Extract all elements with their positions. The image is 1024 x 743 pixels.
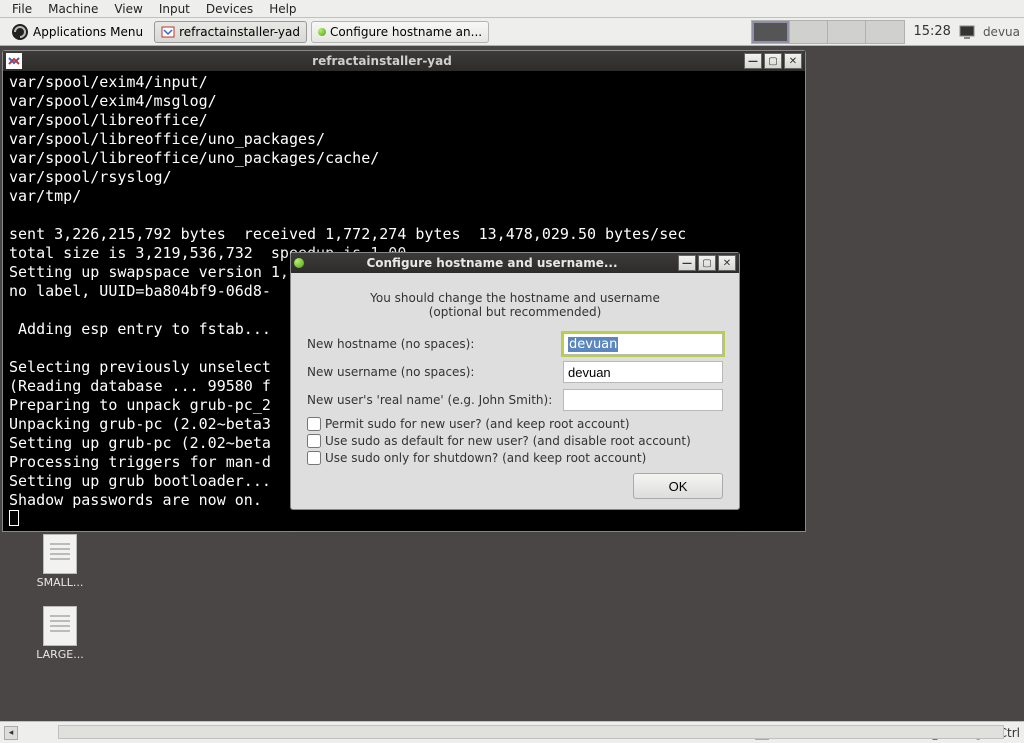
scrollbar[interactable]: [58, 725, 1004, 739]
clock: 15:28: [909, 24, 954, 39]
realname-label: New user's 'real name' (e.g. John Smith)…: [307, 393, 557, 407]
dialog-message-line: You should change the hostname and usern…: [317, 291, 713, 305]
applications-menu-button[interactable]: Applications Menu: [4, 20, 150, 44]
app-icon: [6, 53, 22, 69]
desktop-icon-label: LARGE...: [24, 648, 96, 661]
dialog-message-line: (optional but recommended): [317, 305, 713, 319]
desktop-icon-label: SMALL...: [24, 576, 96, 589]
desktop-icon-large[interactable]: LARGE...: [24, 606, 96, 661]
file-icon: [43, 534, 77, 574]
status-dot-icon: [318, 28, 326, 36]
workspace-1[interactable]: [752, 21, 790, 43]
close-button[interactable]: ✕: [784, 53, 802, 69]
minimize-button[interactable]: —: [678, 255, 696, 271]
workspace-2[interactable]: [790, 21, 828, 43]
dialog-body: You should change the hostname and usern…: [291, 273, 739, 509]
vbox-menu-help[interactable]: Help: [261, 1, 304, 17]
file-icon: [43, 606, 77, 646]
taskbar-item-configure[interactable]: Configure hostname an...: [311, 21, 489, 43]
hostname-input[interactable]: devuan: [563, 333, 723, 355]
sudo-permit-checkbox[interactable]: [307, 417, 321, 431]
sudo-default-label: Use sudo as default for new user? (and d…: [325, 434, 691, 448]
swirl-icon: [11, 23, 29, 41]
vbox-menu-view[interactable]: View: [106, 1, 150, 17]
ok-button[interactable]: OK: [633, 473, 723, 499]
desktop-icon-small[interactable]: SMALL...: [24, 534, 96, 589]
guest-taskbar: Applications Menu refractainstaller-yad …: [0, 18, 1024, 46]
workspace-switcher[interactable]: [751, 20, 905, 44]
dialog-titlebar[interactable]: Configure hostname and username... — ▢ ✕: [291, 253, 739, 273]
terminal-titlebar[interactable]: refractainstaller-yad — ▢ ✕: [3, 51, 805, 71]
realname-input[interactable]: [563, 389, 723, 411]
vbox-menu-input[interactable]: Input: [151, 1, 198, 17]
vbox-menu-devices[interactable]: Devices: [198, 1, 261, 17]
minimize-button[interactable]: —: [744, 53, 762, 69]
sudo-default-checkbox[interactable]: [307, 434, 321, 448]
terminal-title: refractainstaller-yad: [22, 54, 742, 68]
desktop[interactable]: refractainstaller-yad — ▢ ✕ var/spool/ex…: [0, 46, 1024, 721]
sudo-shutdown-checkbox[interactable]: [307, 451, 321, 465]
display-tray-icon[interactable]: [959, 24, 975, 40]
window-icon: [161, 25, 175, 39]
taskbar-item-installer[interactable]: refractainstaller-yad: [154, 21, 307, 43]
vbox-menu-file[interactable]: File: [4, 1, 40, 17]
user-label: devua: [979, 25, 1020, 39]
dialog-message: You should change the hostname and usern…: [317, 291, 713, 319]
scroll-left-button[interactable]: ◂: [4, 726, 18, 740]
workspace-4[interactable]: [866, 21, 904, 43]
configure-dialog: Configure hostname and username... — ▢ ✕…: [290, 252, 740, 510]
username-label: New username (no spaces):: [307, 365, 557, 379]
username-input[interactable]: [563, 361, 723, 383]
vbox-menu-machine[interactable]: Machine: [40, 1, 106, 17]
hostname-label: New hostname (no spaces):: [307, 337, 557, 351]
applications-menu-label: Applications Menu: [33, 25, 143, 39]
sudo-permit-label: Permit sudo for new user? (and keep root…: [325, 417, 630, 431]
dialog-title: Configure hostname and username...: [308, 256, 676, 270]
hostname-value-selected: devuan: [568, 337, 618, 352]
vbox-menu-bar: File Machine View Input Devices Help: [0, 0, 1024, 18]
maximize-button[interactable]: ▢: [764, 53, 782, 69]
maximize-button[interactable]: ▢: [698, 255, 716, 271]
status-dot-icon: [294, 258, 304, 268]
taskbar-item-label: Configure hostname an...: [330, 25, 482, 39]
close-button[interactable]: ✕: [718, 255, 736, 271]
workspace-3[interactable]: [828, 21, 866, 43]
taskbar-item-label: refractainstaller-yad: [179, 25, 300, 39]
vbox-status-bar: ◂ ▸ ⬇ Right Ctrl: [0, 721, 1024, 743]
sudo-shutdown-label: Use sudo only for shutdown? (and keep ro…: [325, 451, 646, 465]
